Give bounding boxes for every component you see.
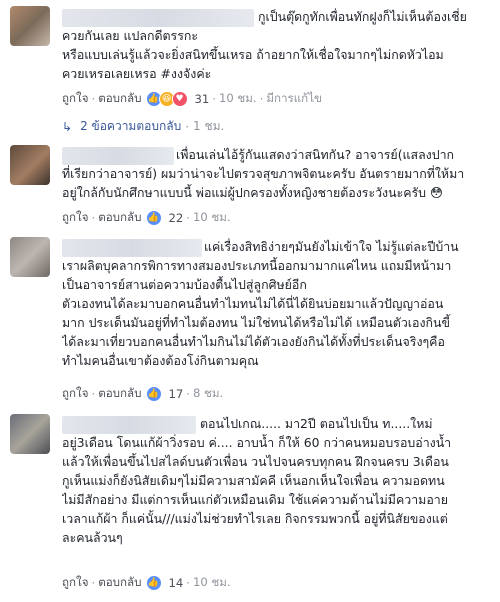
avatar[interactable] [10, 414, 50, 454]
comment-line: เราผลิตบุคลากรพิการทางสมองประเภทนี้ออกมา… [62, 258, 452, 273]
comment-line: ละคนล้วนๆ [62, 530, 123, 545]
reaction-count[interactable]: 31 [195, 92, 210, 106]
comment-line: ควยกันเลย แปลกดีตรรกะ [62, 28, 199, 43]
comment-actions: ถูกใจ · ตอบกลับ 👍 14 · 10 ชม. [62, 574, 231, 592]
timestamp[interactable]: 10 ชม. [193, 574, 231, 592]
like-link[interactable]: ถูกใจ [62, 574, 89, 592]
reactions[interactable]: 👍 [145, 575, 162, 591]
like-reaction-icon: 👍 [145, 210, 162, 226]
timestamp[interactable]: 10 ชม. [193, 209, 231, 227]
comment-line: แค่เรื่องสิทธิง่ายๆมันยังไม่เข้าใจ ไม่รู… [204, 239, 459, 254]
comment-actions: ถูกใจ · ตอบกลับ 👍 22 · 10 ชม. [62, 209, 231, 227]
comment-line: กูเห็นแม่งก็ยังนิสัยเดิมๆไม่มีความสามัคค… [62, 473, 445, 488]
avatar[interactable] [10, 237, 50, 277]
comment-text: ตอนไปเกณ..... มา2ปี ตอนไปเป็น ท.....ใหม่… [62, 414, 494, 547]
reactions[interactable]: 👍 [145, 210, 162, 226]
reactions[interactable]: 👍 [145, 386, 162, 402]
comment-line: แล้วให้เพื่อนขึ้นไปสไลด์บนตัวเพื่อน วนไป… [62, 454, 449, 469]
comment-actions: ถูกใจ · ตอบกลับ 👍 😆 ♥ 31 · 10 ชม. · มีกา… [62, 90, 322, 108]
comment-line: อยู่ใกล้กับนักศึกษาแบบนี้ พ่อแม่ผู้ปกครอ… [62, 185, 443, 200]
edited-label[interactable]: มีการแก้ไข [266, 90, 322, 108]
comment-text: แค่เรื่องสิทธิง่ายๆมันยังไม่เข้าใจ ไม่รู… [62, 237, 494, 370]
timestamp[interactable]: 10 ชม. [219, 90, 257, 108]
replies-time: 1 ชม. [193, 119, 225, 133]
reply-link[interactable]: ตอบกลับ [98, 385, 141, 403]
reply-link[interactable]: ตอบกลับ [98, 574, 141, 592]
reply-arrow-icon: ↳ [62, 119, 73, 134]
reaction-count[interactable]: 14 [169, 576, 184, 590]
comment-text: เพื่อนเล่นไอ้รู้กันแสดงว่าสนิทกัน? อาจาร… [62, 145, 494, 202]
comment-line: อยู่3เดือน โดนแก้ผ้าวิ่งรอบ ค่.... อาบน้… [62, 435, 452, 450]
like-reaction-icon: 👍 [145, 575, 162, 591]
comment-line: ควยเหรอเลยเหรอ #งงจังค่ะ [62, 66, 212, 81]
replies-count[interactable]: 2 ข้อความตอบกลับ [80, 117, 181, 136]
comment-line: ทำไมคนอื่นเขาต้องต้องโง่กินตามคุณ [62, 353, 259, 368]
comment-line: ที่เรียกว่าอาจารย์) ผมว่าน่าจะไปตรวจสุขภ… [62, 166, 465, 181]
comment-line: เวลาแก้ผ้า ก็แค่นั้น///แม่งไม่ช่วยทำไรเล… [62, 511, 448, 526]
replies-link[interactable]: ↳ 2 ข้อความตอบกลับ · 1 ชม. [62, 117, 224, 136]
like-link[interactable]: ถูกใจ [62, 385, 89, 403]
comment-line: ตอนไปเกณ..... มา2ปี ตอนไปเป็น ท.....ใหม่ [200, 416, 433, 431]
comment-line: มาก ประเด็นมันอยู่ที่ทำไมต้องทน ไม่ใช่ทน… [62, 315, 450, 330]
like-link[interactable]: ถูกใจ [62, 90, 89, 108]
like-reaction-icon: 👍 [145, 386, 162, 402]
reactions[interactable]: 👍 😆 ♥ [145, 91, 188, 107]
reaction-count[interactable]: 22 [169, 211, 184, 225]
comment-line: หรือแบบเล่นรู้แล้วจะยิ่งสนิทขึ้นเหรอ ถ้า… [62, 47, 444, 62]
comment-line: ตัวเองทนได้ละมาบอกคนอื่นทำไมทนไม่ได้นี่ไ… [62, 296, 444, 311]
like-link[interactable]: ถูกใจ [62, 209, 89, 227]
avatar[interactable] [10, 145, 50, 185]
comment-actions: ถูกใจ · ตอบกลับ 👍 17 · 8 ชม. [62, 385, 224, 403]
reply-link[interactable]: ตอบกลับ [98, 90, 141, 108]
love-reaction-icon: ♥ [171, 91, 188, 107]
comment-line: เพื่อนเล่นไอ้รู้กันแสดงว่าสนิทกัน? อาจาร… [176, 147, 455, 162]
comment-line: ไม่มีสักอย่าง มีแต่การเห็นแก่ตัวเหมือนเด… [62, 492, 449, 507]
comment-text: กูเป็นตุ๊ดกูทักเพื่อนทักฝูงก็ไม่เห็นต้อง… [62, 7, 494, 83]
comment-line: เป็นอาจารย์สานต่อความบ้องตื้นไปสู่ลูกศิษ… [62, 277, 307, 292]
reply-link[interactable]: ตอบกลับ [98, 209, 141, 227]
comment-line: ได้ละมาเที่ยวบอกคนอื่นทำไมกินไม่ได้ตัวเอ… [62, 334, 445, 349]
timestamp[interactable]: 8 ชม. [193, 385, 223, 403]
comment-line: กูเป็นตุ๊ดกูทักเพื่อนทักฝูงก็ไม่เห็นต้อง… [258, 9, 467, 24]
reaction-count[interactable]: 17 [169, 387, 184, 401]
avatar[interactable] [10, 6, 50, 46]
